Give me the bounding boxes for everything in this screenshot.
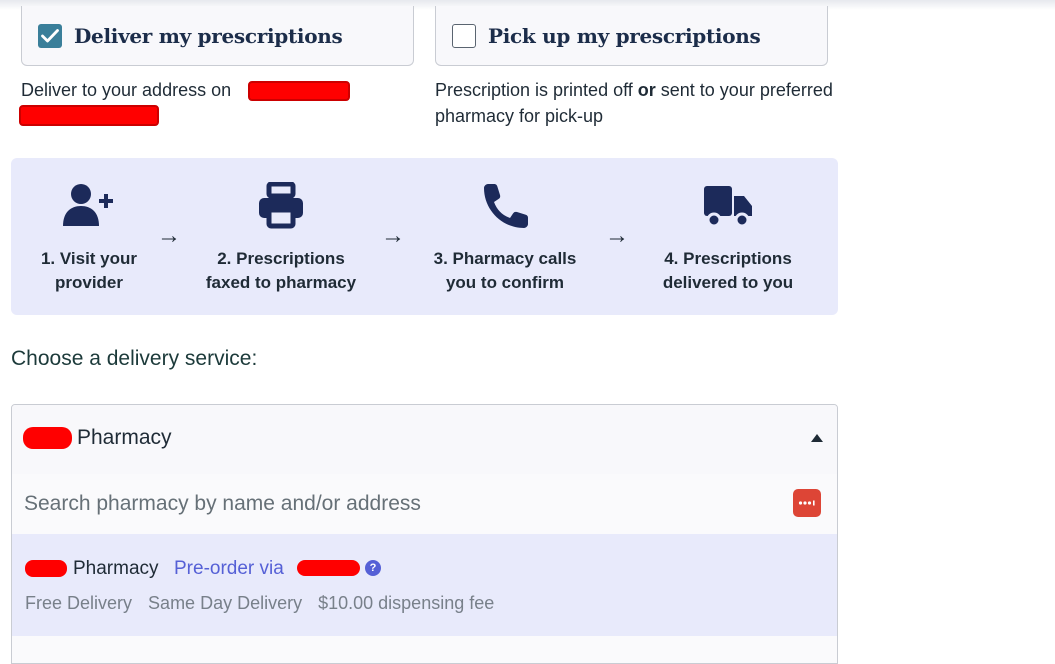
password-manager-icon[interactable] [793,489,821,517]
step-4-line1: 4. Prescriptions [664,249,792,268]
pharmacy-search-input[interactable] [22,486,766,522]
pharmacy-dropdown: Pharmacy Pharmacy Pre-order via ? Free D… [11,404,838,664]
phone-icon [484,184,528,228]
result-pharmacy-name: Pharmacy [73,558,159,579]
arrow-right-icon: → [157,222,181,249]
arrow-right-icon: → [605,222,629,249]
pharmacy-dropdown-header[interactable]: Pharmacy [12,405,837,475]
pickup-option-card[interactable]: Pick up my prescriptions [435,6,828,66]
tag-free-delivery: Free Delivery [25,593,133,613]
pharmacy-result-item[interactable]: Pharmacy Pre-order via ? Free Delivery S… [12,534,837,636]
step-2-line2: faxed to pharmacy [205,273,357,292]
step-2-line1: 2. Prescriptions [217,249,345,268]
step-1-line1: 1. Visit your [40,249,138,268]
tag-same-day: Same Day Delivery [148,593,303,613]
pickup-desc-bold: or [637,80,656,100]
pharmacy-search-row [12,474,837,535]
deliver-option-label: Deliver my prescriptions [74,23,343,48]
delivery-steps-panel: 1. Visit your provider → 2. Prescription… [11,158,838,315]
step-3-line1: 3. Pharmacy calls [433,249,577,268]
redacted-preorder-vendor [297,560,360,576]
pickup-checkbox[interactable] [452,23,476,48]
pickup-option-label: Pick up my prescriptions [488,23,761,48]
pickup-description: Prescription is printed off or sent to y… [435,77,835,129]
check-icon [41,28,59,42]
tag-dispensing-fee: $10.00 dispensing fee [318,593,495,613]
step-1-line2: provider [54,273,124,292]
step-4-line2: delivered to you [662,273,794,292]
redacted-date [248,81,350,101]
pickup-desc-prefix: Prescription is printed off [435,80,638,100]
truck-icon [704,186,752,228]
result-preorder-link[interactable]: Pre-order via [174,558,284,580]
step-3-line2: you to confirm [445,273,565,292]
selected-pharmacy: Pharmacy [77,426,172,449]
result-tags: Free Delivery Same Day Delivery $10.00 d… [25,593,505,614]
deliver-option-card[interactable]: Deliver my prescriptions [21,6,414,66]
deliver-checkbox[interactable] [38,23,62,48]
add-user-icon [63,184,113,226]
arrow-right-icon: → [381,222,405,249]
deliver-description: Deliver to your address on [21,80,232,100]
printer-icon [259,182,303,229]
redacted-address [19,105,159,126]
redacted-pharmacy-name [23,427,72,449]
caret-up-icon[interactable] [811,434,823,442]
delivery-service-title: Choose a delivery service: [11,347,258,370]
redacted-result-name [25,560,67,577]
help-icon[interactable]: ? [365,560,381,576]
